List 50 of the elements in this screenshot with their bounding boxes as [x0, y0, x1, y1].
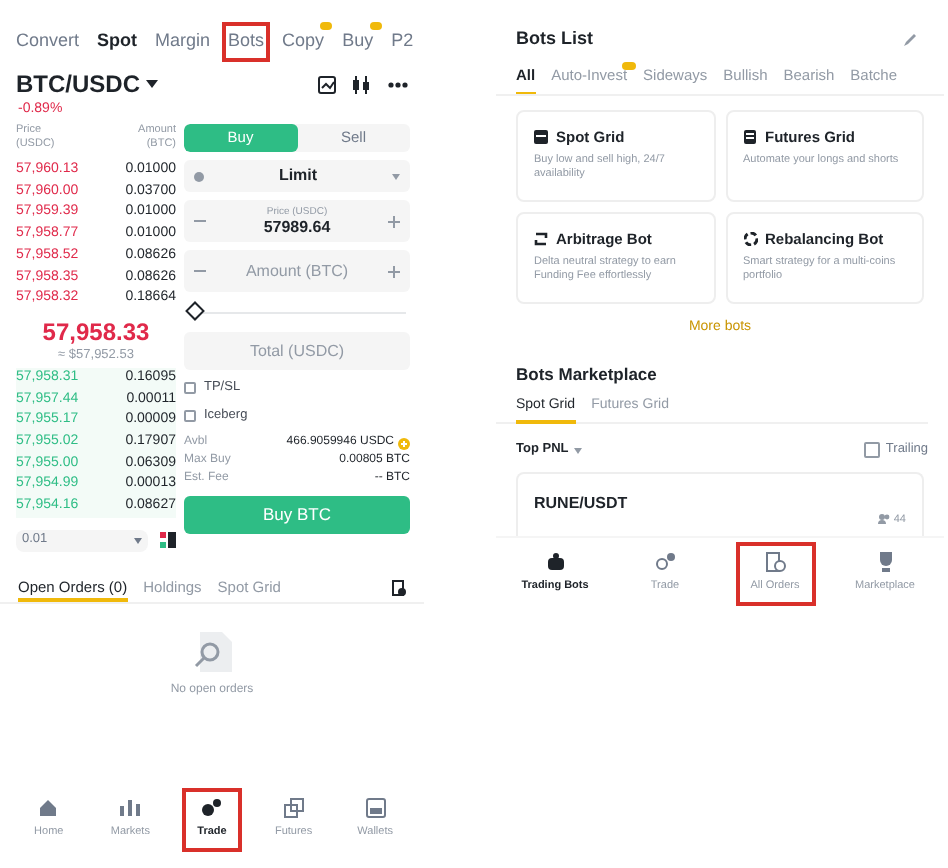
- caret-icon: [146, 80, 158, 88]
- caret-icon: [134, 537, 142, 544]
- tab[interactable]: P2: [385, 22, 420, 62]
- tab[interactable]: Buy: [336, 22, 380, 62]
- checkbox[interactable]: [863, 442, 880, 459]
- document-clock-icon: [765, 552, 785, 573]
- more-icon: [388, 81, 408, 87]
- section-title: Bots List: [516, 25, 594, 52]
- tab[interactable]: Bots: [222, 22, 271, 62]
- tab[interactable]: Margin: [149, 22, 217, 62]
- circles-icon: [201, 798, 222, 819]
- circles-icon: [655, 552, 675, 573]
- tab[interactable]: Convert: [10, 22, 86, 62]
- last-price: 57,958.33: [40, 317, 152, 346]
- caret-icon: [574, 447, 583, 454]
- tab[interactable]: Spot: [91, 22, 144, 62]
- grid-icon: [534, 130, 548, 145]
- minus-icon: [194, 220, 206, 222]
- plus-icon: [388, 215, 400, 227]
- house-icon: [38, 798, 59, 819]
- magnifier-document-icon: [192, 631, 232, 672]
- pair-name: RUNE/USDT: [534, 492, 628, 517]
- pair-name[interactable]: BTC/USDC: [16, 66, 140, 102]
- tab[interactable]: Copy: [276, 22, 331, 62]
- caret-icon: [392, 173, 400, 179]
- plus-icon: [398, 437, 410, 449]
- checkbox[interactable]: [184, 382, 196, 394]
- section-title: Bots Marketplace: [514, 361, 659, 387]
- buy-button[interactable]: Buy BTC: [184, 496, 410, 534]
- total-field[interactable]: Total (USDC): [184, 332, 410, 370]
- bar-chart-icon: [120, 798, 141, 819]
- users-icon: [877, 514, 890, 525]
- wallet-icon: [365, 798, 386, 819]
- slider-thumb[interactable]: [185, 301, 205, 321]
- chart-icon: [318, 75, 336, 93]
- slider-track[interactable]: [188, 300, 406, 324]
- trophy-icon: [875, 552, 895, 573]
- checkbox[interactable]: [184, 410, 196, 422]
- pencil-icon: [904, 33, 916, 45]
- plus-icon: [388, 265, 400, 277]
- cycle-icon: [743, 232, 757, 247]
- order-book-layout-icon: [160, 532, 176, 549]
- minus-icon: [194, 270, 206, 272]
- order-type-dropdown[interactable]: Limit: [184, 160, 410, 192]
- document-icon: [743, 130, 757, 145]
- arrows-icon: [534, 232, 548, 247]
- squares-icon: [283, 798, 304, 819]
- amount-field[interactable]: Amount (BTC): [184, 250, 410, 292]
- document-clock-icon: [392, 580, 406, 597]
- candlestick-icon: [352, 75, 372, 93]
